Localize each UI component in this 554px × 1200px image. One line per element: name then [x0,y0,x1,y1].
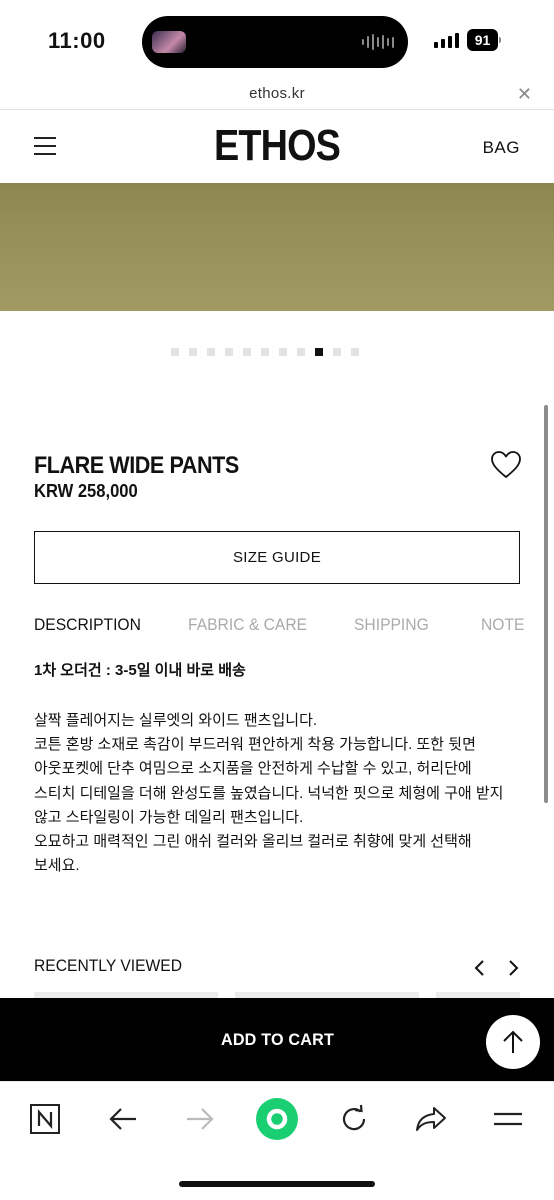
add-to-cart-button[interactable]: ADD TO CART [0,998,554,1081]
tab-shipping[interactable]: SHIPPING [354,615,429,635]
url-text[interactable]: ethos.kr [0,85,554,102]
scrollbar[interactable] [544,405,548,803]
gallery-pagination[interactable] [171,348,359,356]
battery-icon: 91 [467,29,501,51]
description-line: 않고 스타일링이 가능한 데일리 팬츠입니다. [34,808,304,826]
tab-note[interactable]: NOTE [481,615,524,635]
home-indicator[interactable] [179,1181,375,1187]
back-arrow-icon[interactable] [106,1102,140,1136]
description-line: 보세요. [34,857,80,875]
description-line: 오묘하고 매력적인 그린 애쉬 컬러와 올리브 컬러로 취향에 맞게 선택해 [34,833,472,851]
pagination-dot[interactable] [261,348,269,356]
description-line: 아웃포켓에 단추 여밈으로 소지품을 안전하게 수납할 수 있고, 허리단에 [34,760,472,778]
tab-description[interactable]: DESCRIPTION [34,615,141,635]
forward-arrow-icon[interactable] [183,1102,217,1136]
description-line: 코튼 혼방 소재로 촉감이 부드러워 편안하게 착용 가능합니다. 또한 뒷면 [34,736,476,754]
pagination-dot[interactable] [207,348,215,356]
size-guide-button[interactable]: SIZE GUIDE [34,531,520,584]
media-thumbnail-icon [152,31,186,53]
shipping-note: 1차 오더건 : 3-5일 이내 바로 배송 [34,662,246,679]
site-logo[interactable]: ETHOS [39,121,515,171]
naver-home-icon[interactable] [28,1102,62,1136]
description-line: 스티치 디테일을 더해 완성도를 높였습니다. 넉넉한 핏으로 체형에 구애 받… [34,784,504,802]
product-tabs: DESCRIPTION FABRIC & CARE SHIPPING NOTE [34,615,524,639]
pagination-dot[interactable] [279,348,287,356]
recently-viewed-title: RECENTLY VIEWED [34,956,183,975]
add-to-cart-label: ADD TO CART [220,1029,334,1049]
dynamic-island[interactable] [142,16,408,68]
pagination-dot[interactable] [243,348,251,356]
close-icon[interactable]: ✕ [517,84,532,105]
product-image[interactable] [0,183,554,311]
signal-icon [434,32,459,48]
pagination-dot[interactable] [225,348,233,356]
pagination-dot[interactable] [333,348,341,356]
arrow-up-icon[interactable] [486,1015,540,1069]
reload-icon[interactable] [337,1102,371,1136]
site-header: ETHOS BAG [0,111,554,183]
tab-fabric-care[interactable]: FABRIC & CARE [188,615,307,635]
product-description: 살짝 플레어지는 실루엣의 와이드 팬츠입니다. 코튼 혼방 소재로 촉감이 부… [34,709,534,878]
green-dot-icon[interactable] [255,1097,299,1141]
status-bar: 11:00 91 [0,0,554,80]
pagination-dot[interactable] [351,348,359,356]
chevron-right-icon[interactable] [503,956,523,980]
product-title: FLARE WIDE PANTS [34,452,239,479]
bag-link[interactable]: BAG [483,138,520,158]
menu-icon[interactable] [491,1102,525,1136]
pagination-dot[interactable] [315,348,323,356]
browser-url-bar[interactable]: ethos.kr ✕ [0,80,554,110]
description-line: 살짝 플레어지는 실루엣의 와이드 팬츠입니다. [34,712,318,729]
heart-icon[interactable] [490,450,522,480]
pagination-dot[interactable] [171,348,179,356]
pagination-dot[interactable] [189,348,197,356]
share-icon[interactable] [414,1102,448,1136]
product-price: KRW 258,000 [34,481,138,501]
pagination-dot[interactable] [297,348,305,356]
waveform-icon [362,34,394,50]
chevron-left-icon[interactable] [470,956,490,980]
status-time: 11:00 [48,28,106,53]
battery-level: 91 [467,29,498,51]
